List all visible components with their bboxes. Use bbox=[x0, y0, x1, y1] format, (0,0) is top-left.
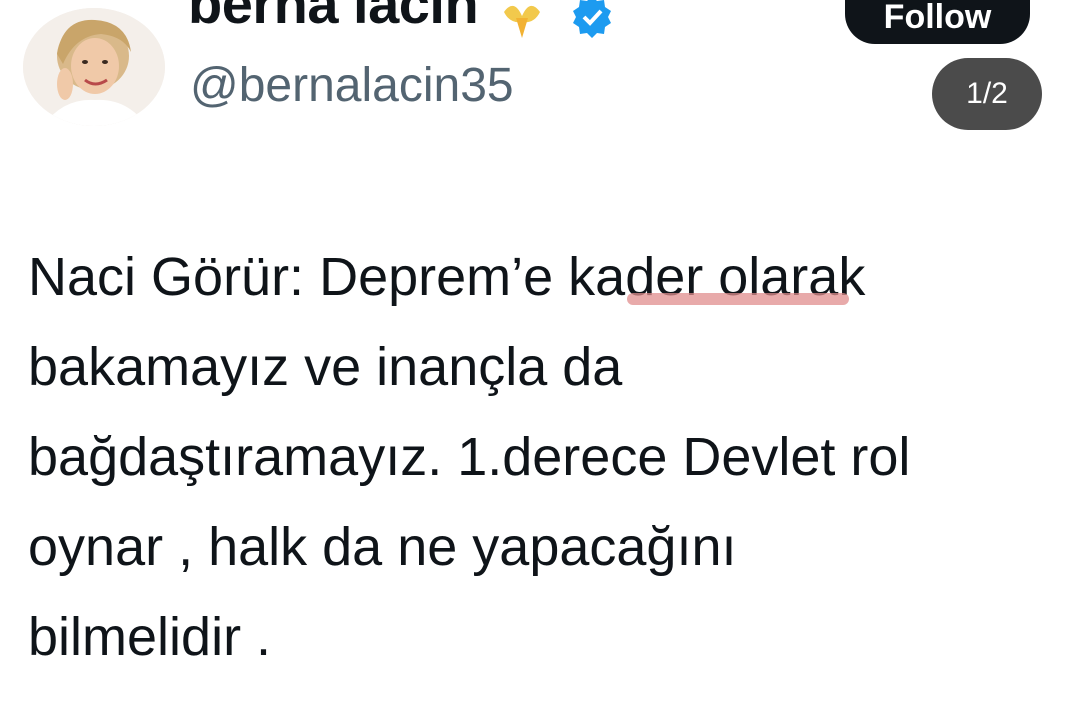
avatar[interactable] bbox=[23, 8, 165, 126]
tweet-line: Naci Görür: Deprem’e kader olarak bbox=[28, 247, 866, 307]
tweet-line: bağdaştıramayız. 1.derece Devlet rol bbox=[28, 427, 911, 487]
verified-badge-icon bbox=[573, 0, 611, 38]
tweet-line: oynar , halk da ne yapacağını bbox=[28, 517, 737, 577]
tweet-line: bakamayız ve inançla da bbox=[28, 337, 623, 397]
display-name[interactable]: berna lacin bbox=[188, 0, 479, 32]
handle[interactable]: @bernalacin35 bbox=[190, 62, 514, 110]
media-page-indicator: 1/2 bbox=[932, 58, 1042, 130]
avatar-photo-icon bbox=[23, 8, 165, 126]
tweet-text: Naci Görür: Deprem’e kader olarak bakama… bbox=[28, 232, 1068, 682]
name-icons bbox=[500, 0, 614, 40]
angel-emoji-icon bbox=[504, 5, 540, 38]
follow-button[interactable]: Follow bbox=[845, 0, 1030, 44]
tweet-line: bilmelidir . bbox=[28, 607, 272, 667]
highlight-underline bbox=[627, 293, 849, 305]
